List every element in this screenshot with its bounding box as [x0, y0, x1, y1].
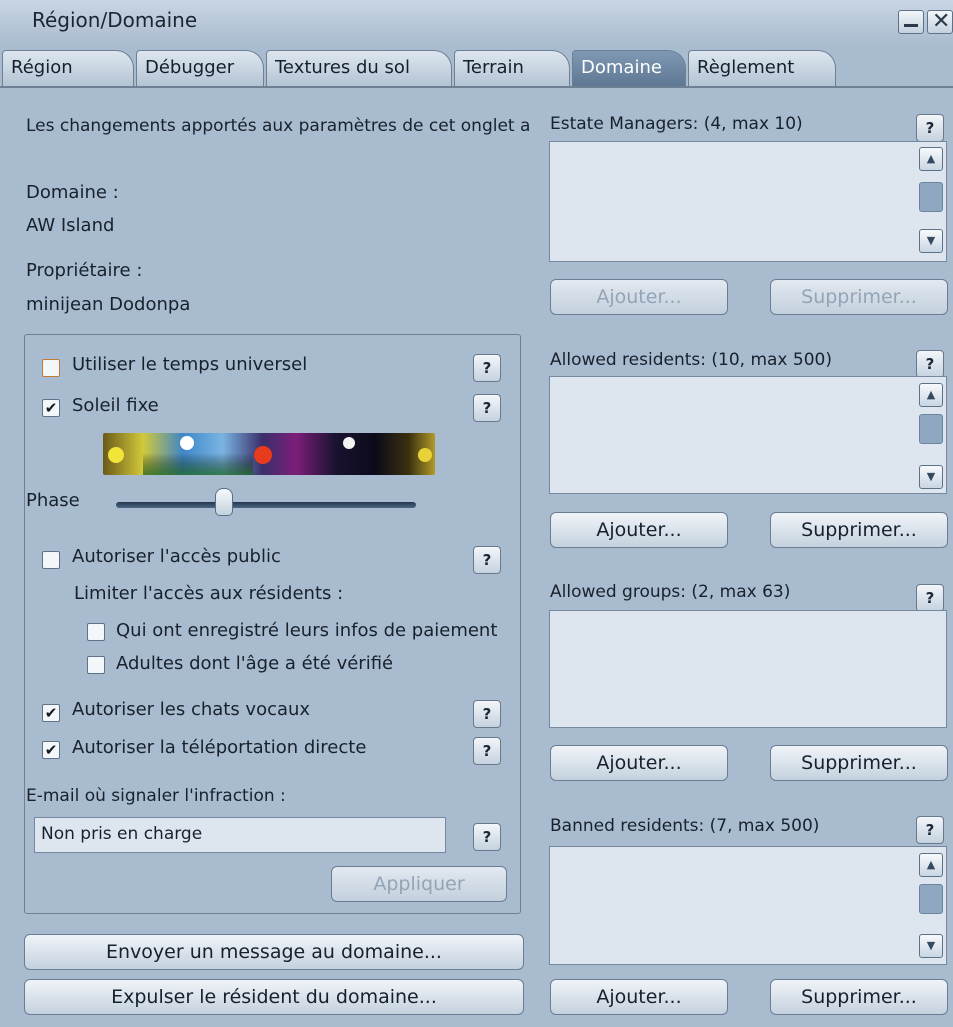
public-access-checkbox[interactable]: [42, 551, 60, 569]
tab-estate[interactable]: Domaine: [572, 50, 686, 86]
minimize-button[interactable]: [898, 10, 924, 34]
allowed-residents-help-button[interactable]: ?: [916, 350, 944, 378]
age-verified-label: Adultes dont l'âge a été vérifié: [116, 653, 394, 674]
banned-residents-list[interactable]: [549, 846, 947, 965]
tab-debugger[interactable]: Débugger: [136, 50, 264, 86]
scroll-down-icon[interactable]: ▼: [919, 229, 943, 253]
direct-teleport-label: Autoriser la téléportation directe: [72, 737, 367, 758]
phase-slider-track[interactable]: [116, 502, 416, 508]
sun-position-sky-icon: [103, 433, 435, 475]
voice-chat-label: Autoriser les chats vocaux: [72, 699, 311, 720]
owner-label: Propriétaire :: [26, 260, 143, 281]
tab-terrain[interactable]: Terrain: [454, 50, 570, 86]
email-field[interactable]: Non pris en charge: [34, 817, 446, 853]
kick-resident-button[interactable]: Expulser le résident du domaine...: [24, 979, 524, 1015]
allowed-residents-title: Allowed residents: (10, max 500): [550, 350, 832, 370]
scroll-up-icon[interactable]: ▲: [919, 147, 943, 171]
allowed-groups-title: Allowed groups: (2, max 63): [550, 582, 791, 602]
estate-managers-list[interactable]: [549, 141, 947, 262]
check-icon: ✔: [44, 399, 58, 417]
universal-time-help-button[interactable]: ?: [473, 354, 501, 382]
payment-info-checkbox[interactable]: [87, 623, 105, 641]
voice-chat-checkbox[interactable]: ✔: [42, 704, 60, 722]
limit-access-label: Limiter l'accès aux résidents :: [74, 583, 344, 604]
scroll-down-icon[interactable]: ▼: [919, 465, 943, 489]
phase-slider-thumb[interactable]: [215, 488, 233, 516]
email-help-button[interactable]: ?: [473, 823, 501, 851]
scrollbar-thumb[interactable]: [919, 884, 943, 914]
estate-name: AW Island: [26, 215, 115, 236]
universal-time-label: Utiliser le temps universel: [72, 354, 308, 375]
banned-residents-title: Banned residents: (7, max 500): [550, 816, 820, 836]
allowed-residents-list[interactable]: [549, 376, 947, 494]
tab-covenant[interactable]: Règlement: [688, 50, 836, 86]
fixed-sun-checkbox[interactable]: ✔: [42, 399, 60, 417]
check-icon: ✔: [44, 704, 58, 722]
message-estate-button[interactable]: Envoyer un message au domaine...: [24, 934, 524, 970]
universal-time-checkbox[interactable]: [42, 359, 60, 377]
region-estate-window: Région/Domaine ✕ Région Débugger Texture…: [0, 0, 953, 1027]
scroll-down-icon[interactable]: ▼: [919, 934, 943, 958]
banned-residents-add-button[interactable]: Ajouter...: [550, 979, 728, 1015]
estate-managers-title: Estate Managers: (4, max 10): [550, 114, 803, 134]
window-title: Région/Domaine: [32, 8, 198, 32]
minimize-icon: [904, 24, 918, 27]
public-access-label: Autoriser l'accès public: [72, 546, 281, 567]
public-access-help-button[interactable]: ?: [473, 546, 501, 574]
direct-teleport-help-button[interactable]: ?: [473, 737, 501, 765]
banned-residents-remove-button[interactable]: Supprimer...: [770, 979, 948, 1015]
tab-ground-textures[interactable]: Textures du sol: [266, 50, 452, 86]
allowed-residents-remove-button[interactable]: Supprimer...: [770, 512, 948, 548]
check-icon: ✔: [44, 741, 58, 759]
close-icon: ✕: [932, 9, 951, 34]
fixed-sun-help-button[interactable]: ?: [473, 394, 501, 422]
tab-region[interactable]: Région: [2, 50, 134, 86]
direct-teleport-checkbox[interactable]: ✔: [42, 741, 60, 759]
owner-name: minijean Dodonpa: [26, 294, 191, 315]
fixed-sun-label: Soleil fixe: [72, 395, 159, 416]
tab-divider: [0, 86, 953, 88]
phase-label: Phase: [26, 490, 80, 511]
apply-button[interactable]: Appliquer: [331, 866, 507, 902]
estate-managers-help-button[interactable]: ?: [916, 114, 944, 142]
estate-label: Domaine :: [26, 182, 119, 203]
banned-residents-help-button[interactable]: ?: [916, 816, 944, 844]
close-button[interactable]: ✕: [927, 9, 953, 34]
scroll-up-icon[interactable]: ▲: [919, 853, 943, 877]
payment-info-label: Qui ont enregistré leurs infos de paieme…: [116, 620, 498, 641]
estate-managers-remove-button[interactable]: Supprimer...: [770, 279, 948, 315]
scroll-up-icon[interactable]: ▲: [919, 383, 943, 407]
voice-chat-help-button[interactable]: ?: [473, 700, 501, 728]
allowed-groups-remove-button[interactable]: Supprimer...: [770, 745, 948, 781]
allowed-groups-help-button[interactable]: ?: [916, 584, 944, 612]
email-label: E-mail où signaler l'infraction :: [26, 786, 286, 806]
allowed-groups-list[interactable]: [549, 610, 947, 728]
age-verified-checkbox[interactable]: [87, 656, 105, 674]
scrollbar-thumb[interactable]: [919, 414, 943, 444]
estate-managers-add-button[interactable]: Ajouter...: [550, 279, 728, 315]
allowed-residents-add-button[interactable]: Ajouter...: [550, 512, 728, 548]
notice-text: Les changements apportés aux paramètres …: [26, 116, 531, 136]
scrollbar-thumb[interactable]: [919, 182, 943, 212]
allowed-groups-add-button[interactable]: Ajouter...: [550, 745, 728, 781]
